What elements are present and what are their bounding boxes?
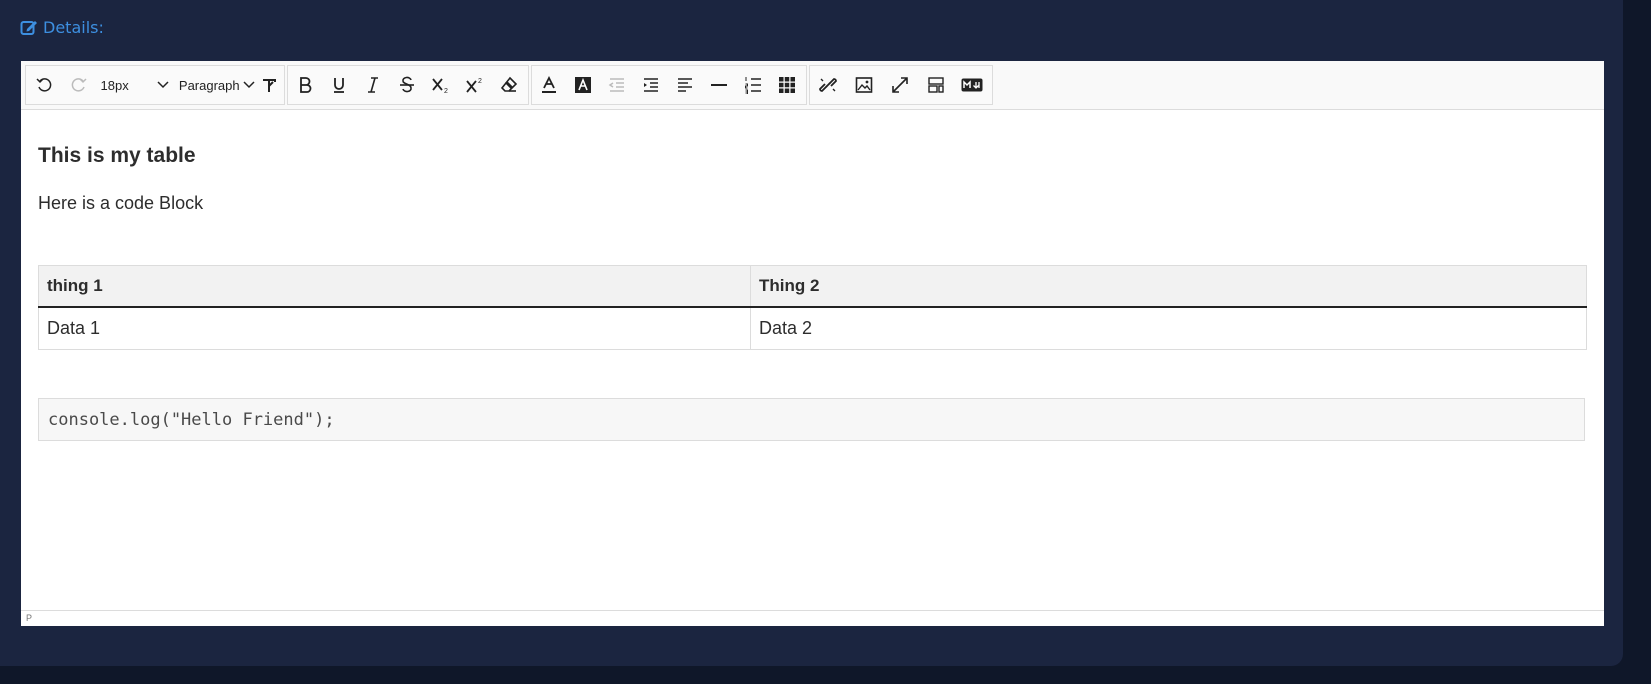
svg-text:2: 2 — [478, 78, 482, 85]
details-header: Details: — [20, 18, 104, 37]
text-style-group: 2 2 — [287, 65, 529, 105]
list-button[interactable] — [736, 66, 770, 104]
font-color-button[interactable] — [532, 66, 566, 104]
svg-text:2: 2 — [444, 88, 448, 94]
undo-icon — [36, 78, 51, 92]
indent-icon — [644, 78, 658, 92]
markdown-button[interactable] — [954, 66, 990, 104]
horizontal-rule-icon — [711, 84, 727, 86]
element-path-status: P — [21, 610, 1604, 626]
block-format-select[interactable]: Paragraph — [175, 66, 255, 104]
outdent-icon — [608, 78, 624, 92]
bold-icon — [300, 77, 312, 93]
rich-text-editor[interactable]: 18px Paragraph 2 2 This is my table Here… — [21, 61, 1604, 626]
chevron-down-icon — [156, 81, 169, 89]
table-header-cell[interactable]: thing 1 — [38, 265, 751, 308]
bold-button[interactable] — [288, 66, 322, 104]
table-button[interactable] — [770, 66, 804, 104]
subscript-button[interactable]: 2 — [424, 66, 458, 104]
block-format-value: Paragraph — [178, 77, 240, 93]
clear-formatting-button[interactable] — [492, 66, 526, 104]
highlight-color-button[interactable] — [566, 66, 600, 104]
redo-icon — [71, 78, 87, 92]
table-cell[interactable]: Data 2 — [750, 306, 1587, 350]
strikethrough-button[interactable] — [390, 66, 424, 104]
expand-icon — [892, 77, 908, 93]
eraser-icon — [500, 76, 518, 92]
fullscreen-button[interactable] — [882, 66, 918, 104]
subscript-icon: 2 — [432, 78, 448, 94]
italic-button[interactable] — [356, 66, 390, 104]
show-blocks-icon — [928, 77, 944, 93]
text-style-icon — [263, 79, 277, 92]
font-color-icon — [542, 76, 556, 93]
ordered-list-icon — [745, 77, 761, 94]
markdown-icon — [961, 78, 983, 92]
link-icon — [819, 78, 837, 92]
image-button[interactable] — [846, 66, 882, 104]
document-heading: This is my table — [38, 144, 196, 167]
remove-format-block-button[interactable] — [255, 66, 284, 104]
superscript-button[interactable]: 2 — [458, 66, 492, 104]
align-left-icon — [678, 78, 692, 92]
content-table: thing 1 Thing 2 Data 1 Data 2 — [38, 265, 1587, 350]
table-header-row: thing 1 Thing 2 — [38, 265, 1587, 308]
image-icon — [855, 77, 873, 93]
indent-button[interactable] — [634, 66, 668, 104]
table-row: Data 1 Data 2 — [38, 306, 1587, 350]
details-label: Details: — [43, 18, 104, 37]
link-button[interactable] — [810, 66, 846, 104]
italic-icon — [368, 77, 378, 93]
outdent-button[interactable] — [600, 66, 634, 104]
underline-button[interactable] — [322, 66, 356, 104]
highlight-icon — [575, 77, 591, 93]
show-blocks-button[interactable] — [918, 66, 954, 104]
table-icon — [779, 77, 795, 93]
editor-toolbar: 18px Paragraph 2 2 — [21, 61, 1604, 110]
edit-icon — [20, 19, 38, 37]
font-size-select[interactable]: 18px — [97, 66, 175, 104]
redo-button[interactable] — [61, 66, 96, 104]
horizontal-rule-button[interactable] — [702, 66, 736, 104]
history-format-group: 18px Paragraph — [25, 65, 285, 105]
document-paragraph: Here is a code Block — [38, 193, 204, 213]
table-cell[interactable]: Data 1 — [38, 306, 751, 350]
underline-icon — [334, 78, 344, 93]
undo-button[interactable] — [26, 66, 61, 104]
chevron-down-icon — [243, 81, 255, 89]
align-button[interactable] — [668, 66, 702, 104]
insert-view-group — [809, 65, 993, 105]
superscript-icon: 2 — [466, 78, 482, 93]
font-size-value: 18px — [100, 77, 129, 93]
code-block[interactable]: console.log("Hello Friend"); — [38, 398, 1585, 441]
table-header-cell[interactable]: Thing 2 — [750, 265, 1587, 308]
strikethrough-icon — [400, 76, 414, 93]
paragraph-group — [531, 65, 807, 105]
